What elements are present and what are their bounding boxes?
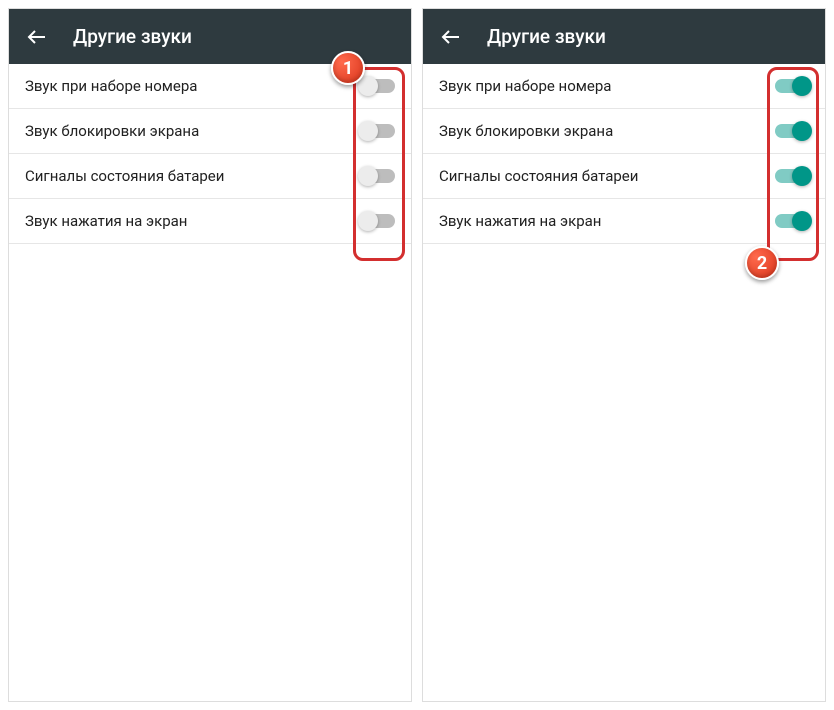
setting-label: Звук блокировки экрана [25,122,199,140]
app-bar: Другие звуки [9,9,411,64]
toggle-switch[interactable] [361,169,395,183]
setting-label: Сигналы состояния батареи [25,167,224,185]
setting-label: Звук нажатия на экран [25,212,187,230]
setting-lock-sound[interactable]: Звук блокировки экрана [9,109,411,154]
setting-label: Звук при наборе номера [25,77,197,95]
back-arrow-icon[interactable] [25,25,49,49]
setting-label: Звук блокировки экрана [439,122,613,140]
toggle-switch[interactable] [361,79,395,93]
toggle-switch[interactable] [775,169,809,183]
back-arrow-icon[interactable] [439,25,463,49]
toggle-switch[interactable] [775,79,809,93]
page-title: Другие звуки [73,25,192,48]
toggle-switch[interactable] [361,124,395,138]
setting-touch-sound[interactable]: Звук нажатия на экран [9,199,411,244]
toggle-switch[interactable] [775,214,809,228]
setting-label: Сигналы состояния батареи [439,167,638,185]
setting-lock-sound[interactable]: Звук блокировки экрана [423,109,825,154]
setting-battery-sound[interactable]: Сигналы состояния батареи [9,154,411,199]
setting-label: Звук при наборе номера [439,77,611,95]
setting-dial-sound[interactable]: Звук при наборе номера [423,64,825,109]
app-bar: Другие звуки [423,9,825,64]
page-title: Другие звуки [487,25,606,48]
toggle-switch[interactable] [775,124,809,138]
toggle-switch[interactable] [361,214,395,228]
settings-list: Звук при наборе номера Звук блокировки э… [423,64,825,701]
setting-dial-sound[interactable]: Звук при наборе номера [9,64,411,109]
setting-touch-sound[interactable]: Звук нажатия на экран [423,199,825,244]
setting-battery-sound[interactable]: Сигналы состояния батареи [423,154,825,199]
settings-list: Звук при наборе номера Звук блокировки э… [9,64,411,701]
panel-left: Другие звуки Звук при наборе номера Звук… [8,8,412,702]
panel-right: Другие звуки Звук при наборе номера Звук… [422,8,826,702]
setting-label: Звук нажатия на экран [439,212,601,230]
